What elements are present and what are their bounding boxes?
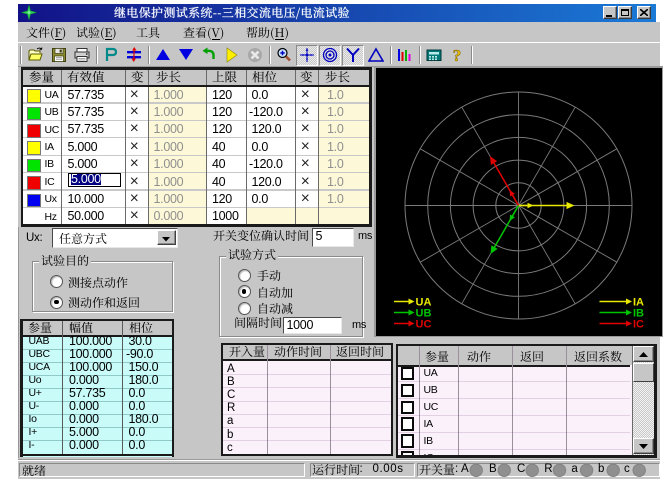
svg-text:UC: UC xyxy=(415,318,431,330)
svg-text:IC: IC xyxy=(633,318,644,330)
svg-text:?: ? xyxy=(452,47,461,63)
